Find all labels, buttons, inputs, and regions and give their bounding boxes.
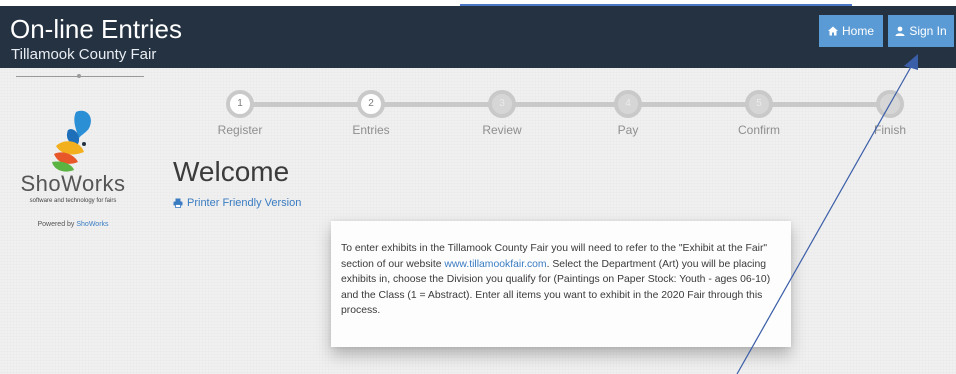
brand-name: ShoWorks bbox=[20, 171, 126, 196]
step-confirm: 5 Confirm bbox=[719, 90, 799, 137]
home-label: Home bbox=[841, 24, 874, 38]
step-circle: 4 bbox=[614, 90, 642, 118]
user-icon bbox=[895, 26, 905, 36]
fair-website-link[interactable]: www.tillamookfair.com bbox=[444, 259, 546, 270]
sign-in-button[interactable]: Sign In bbox=[888, 15, 954, 47]
step-label: Entries bbox=[352, 123, 390, 137]
instructions-card: To enter exhibits in the Tillamook Count… bbox=[331, 221, 791, 347]
sign-in-label: Sign In bbox=[909, 24, 947, 38]
app-header: On-line Entries Tillamook County Fair Ho… bbox=[0, 6, 956, 68]
page-content: ShoWorks software and technology for fai… bbox=[0, 68, 956, 374]
sidebar-divider-dot bbox=[77, 74, 81, 78]
powered-by: Powered by ShoWorks bbox=[18, 221, 128, 228]
step-circle: 2 bbox=[357, 90, 385, 118]
step-finish: Finish bbox=[850, 90, 930, 137]
step-review: 3 Review bbox=[462, 90, 542, 137]
step-label: Register bbox=[217, 123, 263, 137]
step-circle: 5 bbox=[745, 90, 773, 118]
step-label: Finish bbox=[873, 123, 906, 137]
step-circle bbox=[876, 90, 904, 118]
printer-friendly-link[interactable]: Printer Friendly Version bbox=[173, 197, 301, 209]
step-register: 1 Register bbox=[200, 90, 280, 137]
powered-by-link[interactable]: ShoWorks bbox=[76, 221, 108, 228]
home-icon bbox=[827, 26, 838, 36]
step-entries: 2 Entries bbox=[331, 90, 411, 137]
step-circle: 1 bbox=[226, 90, 254, 118]
step-label: Review bbox=[482, 123, 522, 137]
step-circle: 3 bbox=[488, 90, 516, 118]
app-title: On-line Entries bbox=[10, 14, 182, 44]
printer-friendly-label: Printer Friendly Version bbox=[187, 197, 302, 209]
showorks-logo-icon bbox=[52, 110, 91, 172]
home-button[interactable]: Home bbox=[819, 15, 883, 47]
fair-name: Tillamook County Fair bbox=[11, 46, 157, 63]
step-pay: 4 Pay bbox=[588, 90, 668, 137]
page-title: Welcome bbox=[173, 156, 290, 187]
step-label: Confirm bbox=[737, 123, 780, 137]
powered-by-text: Powered by bbox=[37, 221, 75, 228]
brand-tagline: software and technology for fairs bbox=[29, 198, 117, 204]
printer-icon bbox=[173, 198, 183, 208]
instructions-text: To enter exhibits in the Tillamook Count… bbox=[341, 241, 781, 319]
step-label: Pay bbox=[617, 123, 639, 137]
